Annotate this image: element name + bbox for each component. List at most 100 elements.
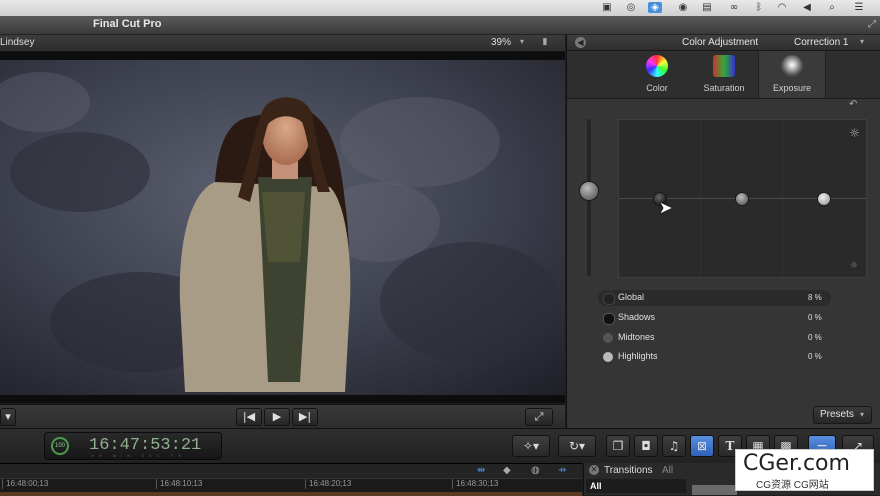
color-inspector: ◀ Color Adjustment Correction 1 ▾ Color … bbox=[566, 35, 880, 428]
viewer-menu-icon[interactable]: ▾ bbox=[0, 408, 16, 426]
bright-sun-icon: ☼ bbox=[849, 126, 860, 140]
dashboard-timecode[interactable]: 100 16:47:53:21 HR MIN SEC FR bbox=[44, 432, 222, 460]
dropbox-icon[interactable]: ◈ bbox=[648, 2, 662, 13]
color-wheel-icon bbox=[646, 55, 668, 77]
tab-color[interactable]: Color bbox=[624, 51, 690, 98]
watermark-sub: CG资源 CG网站 bbox=[756, 480, 829, 491]
binoculars-icon[interactable]: ∞ bbox=[727, 2, 741, 13]
correction-selector[interactable]: Correction 1 bbox=[794, 37, 848, 48]
ruler-time: 16:48:20;13 bbox=[309, 479, 352, 488]
audio-skimming-icon[interactable]: ⇹ bbox=[477, 465, 491, 476]
category-list-item[interactable]: All bbox=[586, 479, 686, 493]
midtones-swatch bbox=[603, 333, 613, 343]
close-icon[interactable]: ✕ bbox=[589, 465, 599, 475]
watermark-main: CGer.com bbox=[743, 451, 850, 476]
tab-saturation[interactable]: Saturation bbox=[691, 51, 757, 98]
clip-name: Lindsey bbox=[0, 37, 35, 48]
camera-icon[interactable]: ▣ bbox=[600, 2, 614, 13]
snapping-icon[interactable]: ⇸ bbox=[558, 465, 572, 476]
highlights-puck[interactable] bbox=[817, 192, 831, 206]
music-browser-icon[interactable]: ♫ bbox=[662, 435, 686, 457]
presets-label: Presets bbox=[820, 409, 854, 420]
back-arrow-icon[interactable]: ◀ bbox=[575, 37, 586, 48]
fullscreen-icon[interactable]: ⤢ bbox=[868, 19, 876, 30]
presets-dropdown-icon: ▾ bbox=[860, 410, 865, 419]
adjustment-name: Global bbox=[618, 292, 645, 302]
ruler-time: 16:48:10;13 bbox=[160, 479, 203, 488]
viewer-controls: ▾ |◀ ▶ ▶| ⤢ bbox=[0, 404, 565, 429]
category-label: All bbox=[590, 481, 602, 491]
timeline-toolbar: ⇹ ◆ ◍ ⇸ bbox=[0, 464, 582, 479]
highlights-swatch bbox=[603, 352, 613, 362]
creative-cloud-icon[interactable]: ◎ bbox=[624, 2, 638, 13]
level-meter: 100 bbox=[51, 437, 69, 455]
search-icon[interactable]: ⌕ bbox=[825, 2, 839, 13]
reset-icon[interactable]: ↶ bbox=[849, 99, 857, 110]
adjustment-value[interactable]: 0 % bbox=[808, 313, 822, 322]
adjustment-name: Highlights bbox=[618, 351, 658, 361]
timecode-units: HR MIN SEC FR bbox=[91, 453, 186, 458]
wifi-icon[interactable]: ◠ bbox=[775, 2, 789, 13]
adjustment-name: Midtones bbox=[618, 332, 655, 342]
ruler-time: 16:48:30;13 bbox=[456, 479, 499, 488]
adjustment-name: Shadows bbox=[618, 312, 656, 322]
presets-button[interactable]: Presets ▾ bbox=[813, 406, 872, 424]
dim-sun-icon: ☼ bbox=[849, 261, 858, 271]
system-menubar: ▣ ◎ ◈ ◉ ▤ ∞ ᛒ ◠ ◀ ⌕ ☰ bbox=[0, 0, 880, 17]
adjustment-value[interactable]: 0 % bbox=[808, 333, 822, 342]
zoom-dropdown-icon[interactable]: ▾ bbox=[520, 37, 524, 46]
window-titlebar: Final Cut Pro ⤢ bbox=[0, 16, 880, 35]
previous-edit-button[interactable]: |◀ bbox=[236, 408, 262, 426]
video-frame[interactable] bbox=[0, 52, 565, 403]
correction-dropdown-icon[interactable]: ▾ bbox=[860, 37, 864, 46]
inspector-title: Color Adjustment bbox=[682, 37, 759, 48]
photo-browser-icon[interactable]: ◘ bbox=[634, 435, 658, 457]
browser-filter[interactable]: All bbox=[662, 465, 673, 476]
retime-menu-icon[interactable]: ↻▾ bbox=[558, 435, 596, 457]
audio-waveform-icon[interactable]: ◆ bbox=[503, 465, 517, 476]
zoom-level[interactable]: 39% bbox=[491, 37, 511, 48]
bluetooth-icon[interactable]: ᛒ bbox=[752, 2, 766, 13]
exposure-icon bbox=[781, 55, 803, 77]
video-image bbox=[0, 52, 565, 403]
volume-icon[interactable]: ◀ bbox=[800, 2, 814, 13]
adjustment-value[interactable]: 0 % bbox=[808, 352, 822, 361]
inspector-header: ◀ Color Adjustment Correction 1 ▾ bbox=[567, 35, 880, 51]
adjustment-row-midtones[interactable]: Midtones 0 % bbox=[598, 330, 831, 346]
adjustment-row-shadows[interactable]: Shadows 0 % bbox=[598, 310, 831, 326]
media-browser-icon[interactable]: ❐ bbox=[606, 435, 630, 457]
browser-title: Transitions bbox=[604, 465, 653, 476]
watermark-logo: CGer.com CG资源 CG网站 bbox=[735, 449, 874, 491]
record-icon[interactable]: ◉ bbox=[676, 2, 690, 13]
fullscreen-playback-icon[interactable]: ⤢ bbox=[525, 408, 553, 426]
midtones-puck[interactable] bbox=[735, 192, 749, 206]
color-board-tabs: Color Saturation Exposure bbox=[567, 51, 880, 99]
adjustment-row-highlights[interactable]: Highlights 0 % bbox=[598, 349, 831, 365]
global-swatch bbox=[603, 293, 615, 305]
view-options-icon[interactable]: ▮ bbox=[538, 37, 552, 48]
transitions-browser-icon[interactable]: ⊠ bbox=[690, 435, 714, 457]
exposure-board[interactable]: ☼ ☼ ➤ bbox=[618, 119, 867, 278]
saturation-icon bbox=[713, 55, 735, 77]
adjustment-value[interactable]: 8 % bbox=[808, 293, 822, 302]
tab-exposure-label: Exposure bbox=[772, 83, 812, 93]
next-edit-button[interactable]: ▶| bbox=[292, 408, 318, 426]
adjustment-row-global[interactable]: Global 8 % bbox=[598, 290, 831, 306]
window-title: Final Cut Pro bbox=[93, 18, 162, 30]
tab-color-label: Color bbox=[646, 83, 668, 93]
list-icon[interactable]: ☰ bbox=[852, 2, 866, 13]
transition-thumbnail[interactable] bbox=[692, 485, 737, 495]
play-button[interactable]: ▶ bbox=[264, 408, 290, 426]
mouse-cursor-icon: ➤ bbox=[659, 198, 673, 217]
solo-icon[interactable]: ◍ bbox=[531, 465, 545, 476]
viewer-header: Lindsey 39% ▾ ▮ bbox=[0, 35, 565, 52]
timeline[interactable]: ⇹ ◆ ◍ ⇸ 16:48:00;13 16:48:10;13 16:48:20… bbox=[0, 463, 582, 496]
global-master-puck[interactable] bbox=[579, 181, 599, 201]
display-icon[interactable]: ▤ bbox=[700, 2, 714, 13]
ruler-time: 16:48:00;13 bbox=[6, 479, 49, 488]
enhancements-menu-icon[interactable]: ✧▾ bbox=[512, 435, 550, 457]
tab-saturation-label: Saturation bbox=[703, 83, 745, 93]
timeline-clip-strip[interactable] bbox=[0, 492, 582, 496]
tab-exposure[interactable]: Exposure bbox=[758, 51, 826, 98]
shadows-swatch bbox=[603, 313, 615, 325]
